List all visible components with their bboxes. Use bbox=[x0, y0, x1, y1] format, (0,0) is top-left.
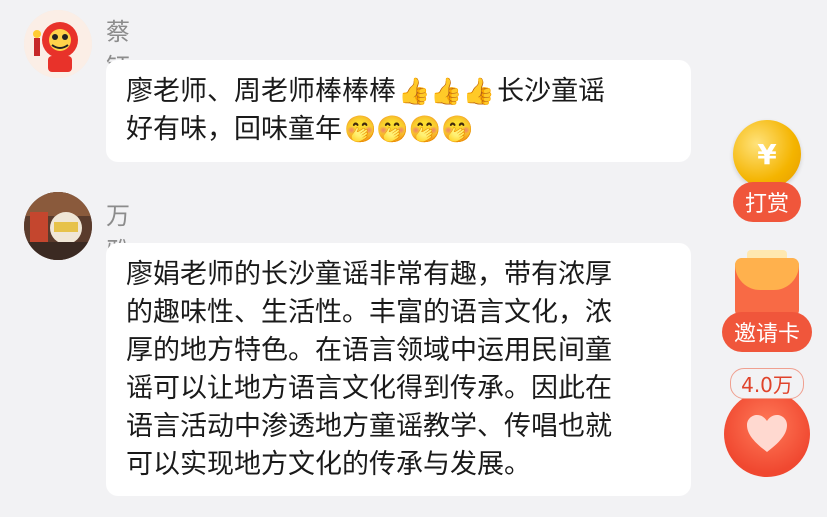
like-button[interactable]: 4.0万 bbox=[716, 368, 818, 477]
coin-symbol: ¥ bbox=[757, 137, 777, 171]
tip-label: 打赏 bbox=[732, 182, 801, 222]
user-avatar[interactable] bbox=[24, 10, 92, 78]
tip-button[interactable]: ¥ 打赏 bbox=[722, 120, 812, 222]
envelope-flap bbox=[735, 258, 799, 290]
invite-card-button[interactable]: 邀请卡 bbox=[716, 250, 818, 352]
message-line: 可以实现地方文化的传承与发展。 bbox=[126, 449, 531, 480]
heart-shape bbox=[747, 415, 787, 452]
message-line: 廖娟老师的长沙童谣非常有趣，带有浓厚 bbox=[126, 259, 612, 290]
heart-icon bbox=[724, 391, 810, 477]
photo-avatar-icon bbox=[24, 192, 92, 260]
message-bubble: 廖老师、周老师棒棒棒👍👍👍长沙童谣 好有味，回味童年🤭🤭🤭🤭 bbox=[106, 60, 691, 162]
yuan-coin-icon: ¥ bbox=[733, 120, 801, 188]
lion-dance-avatar-icon bbox=[24, 10, 92, 78]
red-envelope-icon bbox=[735, 250, 799, 318]
message-line: 谣可以让地方语言文化得到传承。因此在 bbox=[126, 373, 612, 404]
message-text: 长沙童谣 bbox=[497, 76, 606, 107]
thumbs-up-emoji: 👍👍👍 bbox=[398, 77, 496, 107]
message-line: 厚的地方特色。在语言领域中运用民间童 bbox=[126, 335, 612, 366]
message-bubble: 廖娟老师的长沙童谣非常有趣，带有浓厚 的趣味性、生活性。丰富的语言文化，浓 厚的… bbox=[106, 243, 691, 496]
message-text: 好有味，回味童年 bbox=[126, 114, 342, 145]
user-avatar[interactable] bbox=[24, 192, 92, 260]
message-text: 廖老师、周老师棒棒棒 bbox=[126, 76, 396, 107]
invite-label: 邀请卡 bbox=[721, 312, 812, 352]
message-line: 语言活动中渗透地方童谣教学、传唱也就 bbox=[126, 411, 612, 442]
like-count: 4.0万 bbox=[730, 368, 804, 399]
message-line: 的趣味性、生活性。丰富的语言文化，浓 bbox=[126, 297, 612, 328]
hand-over-mouth-emoji: 🤭🤭🤭🤭 bbox=[344, 115, 474, 145]
